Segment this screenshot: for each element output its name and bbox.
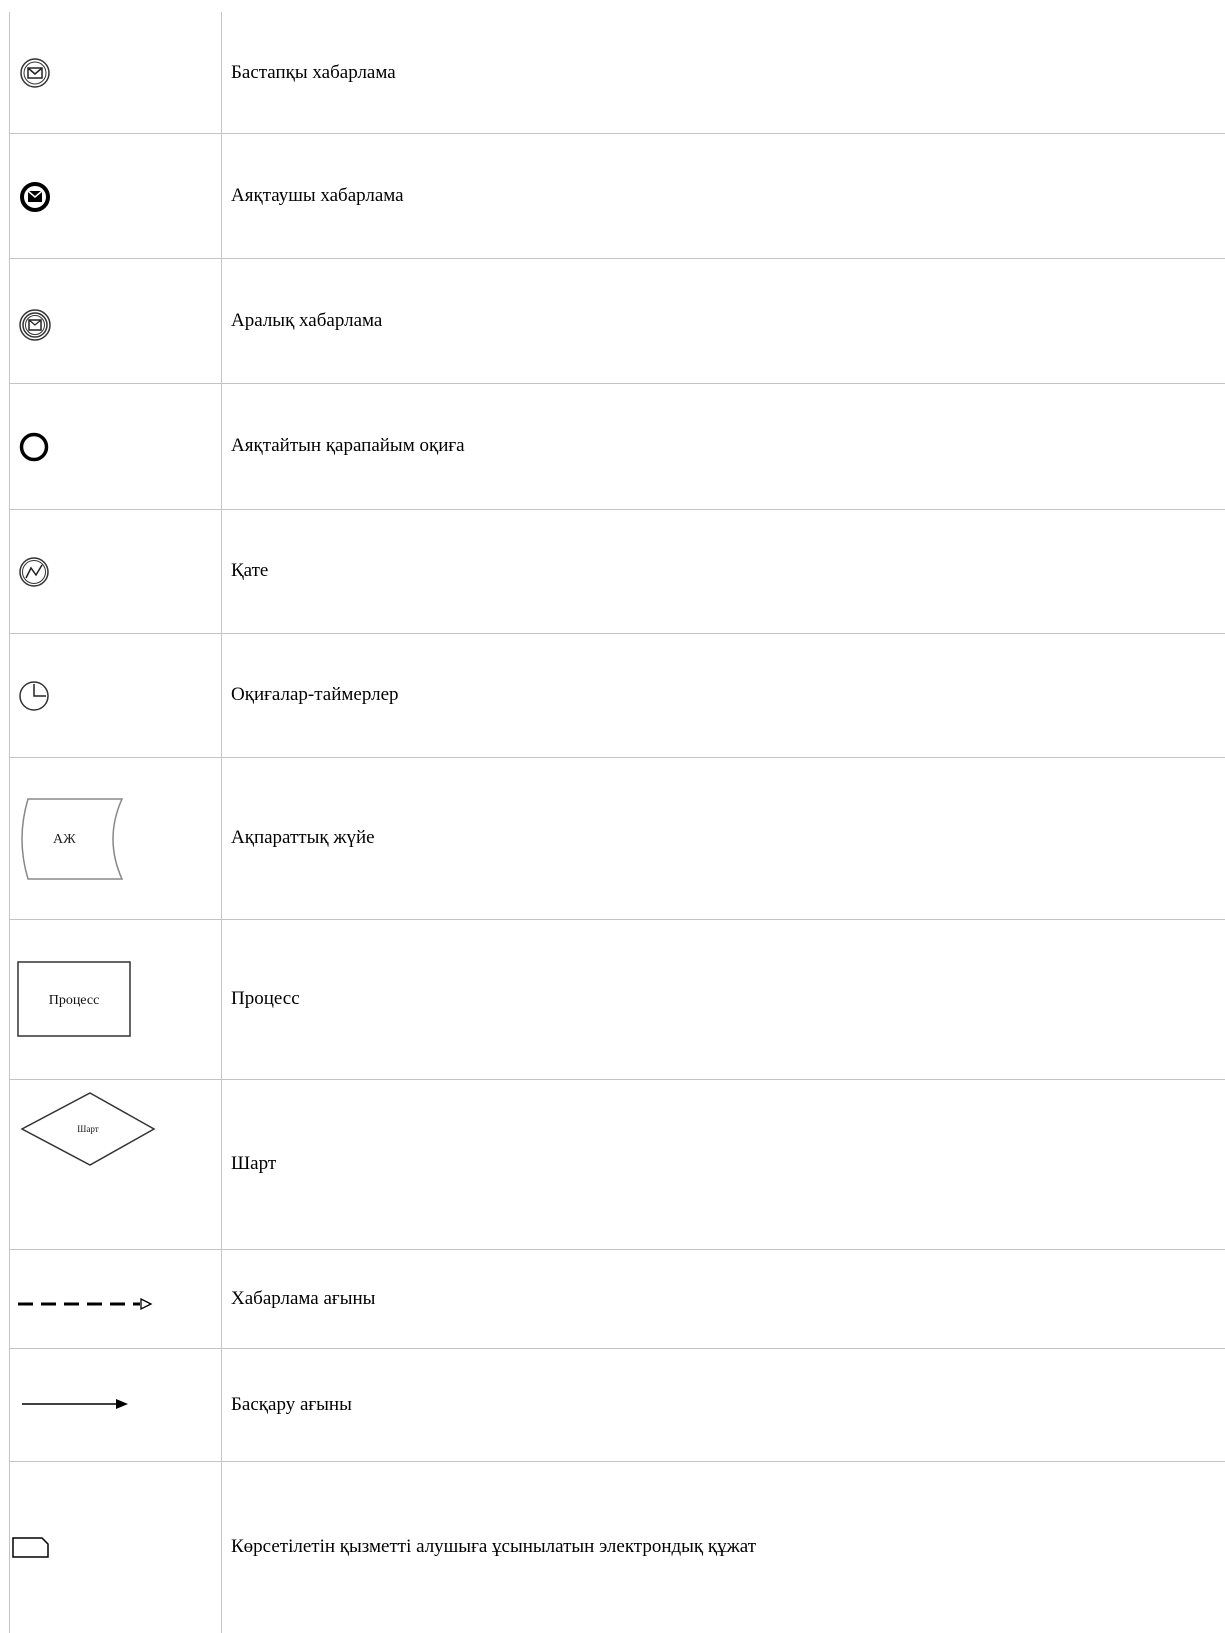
legend-row: АЖ Ақпараттық жүйе — [10, 757, 1225, 920]
legend-table: Бастапқы хабарлама Аяқтаушы хабарлама Ар… — [9, 12, 1225, 1633]
simple-end-event-icon — [10, 383, 210, 509]
legend-row: Оқиғалар-таймерлер — [10, 633, 1225, 758]
legend-row: Аяқтайтын қарапайым оқиға — [10, 383, 1225, 510]
legend-label: Ақпараттық жүйе — [231, 827, 375, 848]
start-message-event-icon — [10, 12, 210, 133]
legend-label: Хабарлама ағыны — [231, 1287, 376, 1309]
intermediate-message-event-icon — [10, 258, 210, 383]
legend-label: Аяқтаушы хабарлама — [231, 184, 404, 206]
legend-label: Бастапқы хабарлама — [231, 61, 396, 83]
legend-row: Қате — [10, 509, 1225, 634]
legend-label: Аралық хабарлама — [231, 309, 383, 331]
legend-label: Қате — [231, 560, 269, 581]
legend-label: Шарт — [231, 1153, 277, 1174]
legend-row: Хабарлама ағыны — [10, 1249, 1225, 1349]
end-message-event-icon — [10, 133, 210, 258]
information-system-icon: АЖ — [10, 757, 210, 919]
legend-label: Процесс — [231, 988, 300, 1009]
condition-icon: Шарт — [10, 1079, 210, 1249]
legend-row: Шарт Шарт — [10, 1079, 1225, 1250]
process-icon-text: Процесс — [49, 993, 100, 1008]
timer-event-icon — [10, 633, 210, 757]
message-flow-icon — [10, 1249, 210, 1348]
legend-label: Басқару ағыны — [231, 1393, 352, 1415]
condition-icon-text: Шарт — [77, 1124, 98, 1134]
error-event-icon — [10, 509, 210, 633]
information-system-icon-text: АЖ — [53, 832, 76, 847]
legend-row: Басқару ағыны — [10, 1348, 1225, 1462]
process-icon: Процесс — [10, 919, 210, 1079]
legend-row: Бастапқы хабарлама — [10, 12, 1225, 134]
legend-row: Аяқтаушы хабарлама — [10, 133, 1225, 259]
control-flow-icon — [10, 1348, 210, 1461]
legend-label: Аяқтайтын қарапайым оқиға — [231, 435, 465, 456]
legend-row: Аралық хабарлама — [10, 258, 1225, 384]
legend-row: Көрсетілетін қызметті алушыға ұсынылатын… — [10, 1461, 1225, 1633]
electronic-document-icon — [10, 1461, 210, 1633]
legend-label: Көрсетілетін қызметті алушыға ұсынылатын… — [231, 1536, 757, 1557]
legend-label: Оқиғалар-таймерлер — [231, 684, 399, 705]
legend-row: Процесс Процесс — [10, 919, 1225, 1080]
